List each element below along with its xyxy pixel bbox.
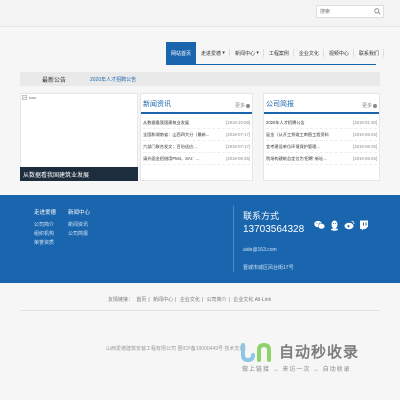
nav-underline — [166, 64, 376, 65]
chevron-down-icon: ▾ — [222, 50, 225, 56]
briefing-panel-header: 公司简报 更多 — [264, 94, 379, 114]
news-panel-title: 新闻资讯 — [143, 101, 171, 108]
wechat-icon[interactable] — [313, 219, 325, 231]
nav-video[interactable]: 视频中心 — [324, 42, 354, 64]
contact-address: 晋城市城区凤台街17号 — [243, 265, 294, 271]
footer — [0, 195, 400, 283]
nav-cases[interactable]: 工程案例 — [264, 42, 294, 64]
friendly-links: 友情链接： 首页 | 新闻中心 | 企业文化 | 公司简介 | 企业文化 All-Lin… — [108, 297, 272, 303]
more-icon — [373, 103, 377, 108]
nav-contact[interactable]: 联系我们 — [354, 42, 384, 64]
footer-link[interactable]: 公司简报 — [68, 230, 90, 237]
footer-column-title: 新闻中心 — [68, 210, 91, 216]
notice-link[interactable]: 2020年人才招聘公告 — [90, 76, 136, 83]
copyright: 山西爱德建筑安装工程有限公司 晋ICP备19000449号 技术支持： — [106, 346, 250, 352]
notice-bar — [20, 72, 380, 86]
nav-about[interactable]: 走进爱德 ▾ — [196, 42, 230, 64]
friendly-link[interactable]: 公司简介 — [207, 297, 227, 303]
image-caption[interactable]: 从数据看我国建筑业发展 — [23, 170, 89, 179]
nav-news[interactable]: 新闻中心 ▾ — [230, 42, 264, 64]
contact-title: 联系方式 — [243, 211, 280, 221]
news-list: 从数据看我国建筑业发展 [2019-10-08] 全国和湖南省：山西四大分（最新.… — [141, 114, 252, 165]
footer-divider — [233, 206, 234, 272]
more-link[interactable]: 更多 — [362, 102, 377, 109]
notice-title: 最新公告 — [42, 78, 67, 84]
broken-image-icon: icon — [22, 95, 36, 100]
contact-email[interactable]: aide@163.com — [243, 247, 277, 253]
friendly-link[interactable]: 企业文化 — [180, 297, 200, 303]
list-item[interactable]: 2020年人才招聘公告 [2019-01-30] — [266, 117, 377, 129]
friendly-link[interactable]: 新闻中心 — [153, 297, 173, 303]
search-icon[interactable] — [371, 5, 384, 18]
chevron-down-icon: ▾ — [256, 50, 259, 56]
news-panel: 新闻资讯 更多 从数据看我国建筑业发展 [2019-10-08] 全国和湖南省：山… — [140, 93, 253, 181]
list-item[interactable]: 延金（从开工到竣工审图工程资料 [2019-06-25] — [266, 129, 377, 141]
friendly-link[interactable]: 首页 — [136, 297, 146, 303]
list-item[interactable]: 全国和湖南省：山西四大分（最新... [2019-07-17] — [143, 129, 250, 141]
twitch-icon[interactable] — [358, 219, 370, 231]
nav-culture[interactable]: 企业文化 — [294, 42, 324, 64]
weibo-icon[interactable] — [343, 219, 355, 231]
footer-column-about: 走进爱德 公司简介 组织机构 荣誉资质 — [34, 208, 56, 248]
briefing-panel-title: 公司简报 — [266, 101, 294, 108]
watermark-name: 自动秒收录 — [279, 344, 360, 361]
contact-phone: 13703564328 — [243, 224, 305, 235]
footer-link[interactable]: 公司简介 — [34, 221, 56, 228]
list-item[interactable]: 请外面金招借用PM4，SAI：... [2019-06-25] — [143, 153, 250, 165]
list-item[interactable]: 从数据看我国建筑业发展 [2019-10-08] — [143, 117, 250, 129]
list-item[interactable]: 六部门联合发文：百份适应... [2019-07-17] — [143, 141, 250, 153]
news-panel-header: 新闻资讯 更多 — [141, 94, 252, 114]
more-icon — [246, 103, 250, 108]
main-nav: 网站首页 走进爱德 ▾ 新闻中心 ▾ 工程案例 企业文化 视频中心 联系我们 — [166, 42, 384, 64]
watermark-logo — [237, 341, 279, 363]
list-item[interactable]: 宜考建设单位环境保护管理... [2019-06-25] — [266, 141, 377, 153]
watermark-tagline: 做上链接 → 来访一次 → 自动收录 — [242, 367, 351, 373]
briefing-list: 2020年人才招聘公告 [2019-01-30] 延金（从开工到竣工审图工程资料[… — [264, 114, 379, 165]
social-icons — [313, 219, 370, 231]
nav-home[interactable]: 网站首页 — [166, 42, 197, 64]
friendly-link[interactable]: 企业文化 All-Link — [233, 297, 271, 303]
more-link[interactable]: 更多 — [235, 102, 250, 109]
footer-column-title: 走进爱德 — [34, 210, 57, 216]
qq-icon[interactable] — [328, 219, 340, 231]
list-item[interactable]: 院场构建筑总定位为'招聘' 新址... [2019-06-25] — [266, 153, 377, 165]
footer-link[interactable]: 新闻资讯 — [68, 221, 90, 228]
footer-link[interactable]: 组织机构 — [34, 230, 56, 237]
briefing-panel: 公司简报 更多 2020年人才招聘公告 [2019-01-30] 延金（从开工到竣… — [263, 93, 380, 181]
friendly-links-label: 友情链接： — [108, 297, 134, 303]
footer-link[interactable]: 荣誉资质 — [34, 239, 56, 246]
footer-column-news: 新闻中心 新闻资讯 公司简报 — [68, 208, 90, 239]
links-divider — [20, 310, 380, 311]
